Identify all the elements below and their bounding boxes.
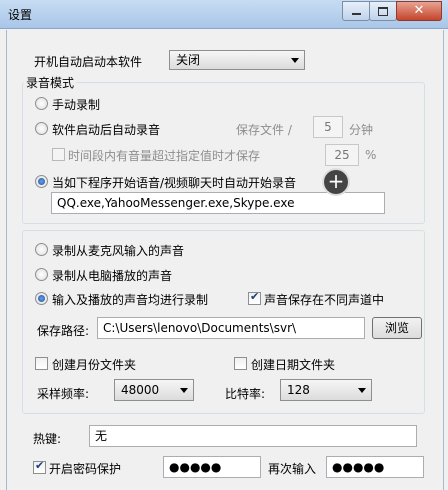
manual-record-radio[interactable] [35, 97, 48, 110]
minimize-button[interactable] [342, 1, 370, 21]
password-confirm-label: 再次输入 [268, 462, 317, 476]
save-path-input[interactable]: C:\Users\lenovo\Documents\svr\ [97, 317, 365, 339]
manual-record-label: 手动录制 [52, 98, 101, 112]
monthly-folder-checkbox[interactable] [35, 357, 48, 370]
close-icon: ✕ [413, 3, 425, 18]
separate-channels-label: 声音保存在不同声道中 [264, 293, 385, 307]
threshold-label: 时间段内有音量超过指定值时才保存 [68, 149, 261, 163]
auto-on-start-label: 软件启动后自动录音 [52, 123, 161, 137]
threshold-input[interactable]: 25 [325, 144, 359, 166]
autostart-label: 开机自动启动本软件 [34, 55, 143, 69]
bit-rate-value: 128 [287, 383, 310, 397]
maximize-icon [378, 6, 388, 16]
mic-radio[interactable] [35, 243, 48, 256]
monthly-folder-label: 创建月份文件夹 [52, 358, 137, 372]
save-file-label: 保存文件 / [236, 123, 292, 137]
minutes-unit: 分钟 [349, 123, 374, 137]
window-title: 设置 [8, 8, 33, 22]
threshold-checkbox[interactable] [52, 148, 65, 161]
save-path-label: 保存路径: [37, 324, 90, 338]
save-file-minutes-input[interactable]: 5 [313, 116, 343, 138]
both-label: 输入及播放的声音均进行录制 [52, 293, 209, 307]
percent-unit: % [365, 148, 377, 162]
add-program-button[interactable]: + [324, 170, 348, 194]
maximize-button[interactable] [369, 1, 397, 21]
daily-folder-label: 创建日期文件夹 [251, 358, 336, 372]
auto-on-start-radio[interactable] [35, 122, 48, 135]
sample-rate-select[interactable]: 48000 [114, 379, 194, 401]
daily-folder-checkbox[interactable] [234, 357, 247, 370]
speaker-label: 录制从电脑播放的声音 [52, 269, 173, 283]
auto-on-programs-label: 当如下程序开始语音/视频聊天时自动开始录音 [52, 176, 297, 190]
chevron-down-icon [358, 388, 366, 393]
both-radio[interactable] [35, 292, 48, 305]
password-label: 开启密码保护 [49, 462, 122, 476]
bit-rate-select[interactable]: 128 [280, 379, 372, 401]
sample-rate-value: 48000 [121, 383, 160, 397]
record-mode-legend: 录音模式 [24, 74, 77, 91]
sample-rate-label: 采样频率: [37, 387, 90, 401]
hotkey-label: 热键: [33, 432, 62, 446]
browse-button[interactable]: 浏览 [372, 317, 422, 339]
chevron-down-icon [180, 388, 188, 393]
password-checkbox[interactable] [33, 459, 46, 474]
auto-on-programs-radio[interactable] [35, 175, 48, 188]
close-button[interactable]: ✕ [396, 1, 442, 21]
mic-label: 录制从麦克风输入的声音 [52, 244, 185, 258]
autostart-select[interactable]: 关闭 [169, 50, 305, 70]
autostart-value: 关闭 [176, 53, 201, 67]
plus-icon: + [327, 169, 345, 193]
bit-rate-label: 比特率: [225, 387, 266, 401]
hotkey-input[interactable]: 无 [89, 425, 417, 447]
programs-input[interactable]: QQ.exe,YahooMessenger.exe,Skype.exe [51, 192, 385, 214]
separate-channels-checkbox[interactable] [248, 290, 261, 305]
password-confirm-input[interactable]: ●●●●● [326, 456, 424, 478]
speaker-radio[interactable] [35, 268, 48, 281]
chevron-down-icon [291, 58, 299, 63]
minimize-icon [351, 13, 361, 15]
password-input[interactable]: ●●●●● [163, 456, 261, 478]
